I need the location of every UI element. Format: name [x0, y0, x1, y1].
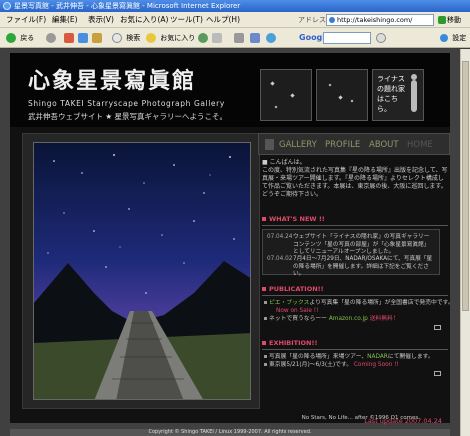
- menu-view[interactable]: 表示(V): [88, 12, 114, 28]
- google-search-button[interactable]: [376, 32, 388, 44]
- header-thumb-1[interactable]: [260, 69, 312, 121]
- page-icon: [329, 17, 335, 23]
- back-arrow-icon: [6, 33, 16, 43]
- window-titlebar: 星景写真館 - 武井伸吾 - 心象星景寫眞館 - Microsoft Inter…: [0, 0, 470, 12]
- go-arrow-icon: [438, 16, 446, 24]
- header-thumb-2[interactable]: [316, 69, 368, 121]
- address-bar: アドレス(D) http://takeishingo.com/ 移動: [290, 14, 470, 27]
- print-button[interactable]: [234, 32, 246, 44]
- exhibition-line-1: 写真展「星の降る場所」来場ツアー、NADARにて開催します。: [264, 353, 434, 361]
- vertical-scrollbar[interactable]: [460, 49, 470, 436]
- menu-help[interactable]: ヘルプ(H): [206, 12, 240, 28]
- intro-greeting: ■ こんばんは。: [262, 159, 306, 166]
- publication-line-1: ピエ・ブックスより写真集「星の降る場所」が全国書店で発売中です。: [264, 299, 454, 307]
- site-subtitle-en: Shingo TAKEI Starryscape Photograph Gall…: [28, 99, 225, 108]
- go-button[interactable]: 移動: [438, 14, 468, 26]
- search-button[interactable]: 検索: [112, 32, 140, 44]
- refresh-icon: [78, 33, 88, 43]
- popup-window-icon[interactable]: [434, 371, 441, 376]
- google-search-icon: [376, 33, 386, 43]
- publication-title: PUBLICATION!!: [262, 285, 324, 293]
- menu-edit[interactable]: 編集(E): [52, 12, 78, 28]
- popup-window-icon[interactable]: [434, 325, 441, 330]
- forward-arrow-icon: [46, 33, 56, 43]
- edit-button[interactable]: [250, 32, 262, 44]
- news-list: 07.04.24 ウェブサイト「ライナスの隠れ家」の写真ギャラリーコンテンツ「星…: [262, 229, 440, 277]
- nav-gallery[interactable]: GALLERY: [279, 140, 317, 150]
- window-title: 星景写真館 - 武井伸吾 - 心象星景寫眞館 - Microsoft Inter…: [14, 2, 241, 10]
- scrollbar-thumb[interactable]: [462, 61, 469, 311]
- photo-column: [22, 133, 260, 409]
- home-icon: [92, 33, 102, 43]
- photo-image: [34, 143, 250, 399]
- publisher-link[interactable]: ピエ・ブックス: [269, 300, 309, 306]
- messenger-icon: [266, 33, 276, 43]
- history-icon: [198, 33, 208, 43]
- history-button[interactable]: [198, 32, 210, 44]
- footer-tagline: No Stars, No Life... after ©1996 O1 come…: [301, 415, 420, 421]
- stop-button[interactable]: [64, 32, 76, 44]
- intro-text: ■ こんばんは。 この度、特別気流された写真集『星の降る場所』出版を記念して、写…: [262, 159, 448, 199]
- site-subtitle-ja: 武井伸吾ウェブサイト ★ 星景写真ギャラリーへようこそ。: [28, 112, 227, 121]
- mail-button[interactable]: [212, 32, 224, 44]
- ie-icon: [3, 2, 11, 10]
- site-logo[interactable]: 心象星景寫眞館: [28, 63, 196, 95]
- nav-home[interactable]: HOME: [407, 140, 433, 150]
- home-button[interactable]: [92, 32, 104, 44]
- footer-copyright: Copyright © Shingo TAKEI / Linux 1999-20…: [10, 429, 450, 436]
- thumb3-text: ライナスの題れ家はこちら。: [377, 75, 405, 113]
- site-header: 心象星景寫眞館 Shingo TAKEI Starryscape Photogr…: [10, 53, 450, 127]
- amazon-link[interactable]: Amazon.co.jp: [329, 316, 368, 322]
- browser-toolbar: 戻る 検索 お気に入り Google 設定: [0, 28, 470, 48]
- refresh-button[interactable]: [78, 32, 90, 44]
- nav-square-icon: [265, 139, 274, 150]
- settings-button[interactable]: 設定: [440, 32, 466, 44]
- intro-body: この度、特別気流された写真集『星の降る場所』出版を記念して、写真展・来場ツアー開…: [262, 167, 448, 198]
- site-container: 心象星景寫眞館 Shingo TAKEI Starryscape Photogr…: [10, 53, 454, 425]
- person-figure-icon: [411, 74, 417, 112]
- header-thumb-3[interactable]: ライナスの題れ家はこちら。: [372, 69, 424, 121]
- forward-button[interactable]: [46, 32, 58, 44]
- edit-icon: [250, 33, 260, 43]
- stop-icon: [64, 33, 74, 43]
- exhibition-line-2: 東京展5/21(月)～6/3(土)です。 Coming Soon !!: [264, 361, 399, 369]
- google-search-input[interactable]: [323, 32, 371, 44]
- address-input[interactable]: http://takeishingo.com/: [326, 14, 434, 26]
- back-button[interactable]: 戻る: [6, 32, 34, 44]
- menu-favorites[interactable]: お気に入り(A): [120, 12, 168, 28]
- print-icon: [234, 33, 244, 43]
- favorites-button[interactable]: お気に入り: [146, 32, 195, 44]
- nav-about[interactable]: ABOUT: [369, 140, 399, 150]
- nadar-link[interactable]: NADAR: [367, 354, 388, 360]
- publication-line-3: ネットで買うならーー Amazon.co.jp 送料無料！: [264, 315, 399, 323]
- site-nav: GALLERY PROFILE ABOUT HOME: [258, 133, 450, 155]
- settings-icon: [440, 34, 448, 42]
- nav-profile[interactable]: PROFILE: [325, 140, 360, 150]
- web-page: 心象星景寫眞館 Shingo TAKEI Starryscape Photogr…: [0, 49, 460, 436]
- content-column: GALLERY PROFILE ABOUT HOME ■ こんばんは。 この度、…: [258, 133, 454, 425]
- menu-tools[interactable]: ツール(T): [170, 12, 203, 28]
- mail-icon: [212, 33, 222, 43]
- exhibition-title: EXHIBITION!!: [262, 339, 317, 347]
- search-icon: [112, 33, 122, 43]
- starryscape-photo[interactable]: [33, 142, 251, 400]
- menu-file[interactable]: ファイル(F): [6, 12, 46, 28]
- star-icon: [146, 33, 156, 43]
- messenger-button[interactable]: [266, 32, 278, 44]
- coming-soon: Coming Soon !!: [353, 362, 399, 368]
- now-on-sale: Now on Sale !!: [276, 308, 319, 314]
- whats-new-title: WHAT'S NEW !!: [262, 215, 325, 223]
